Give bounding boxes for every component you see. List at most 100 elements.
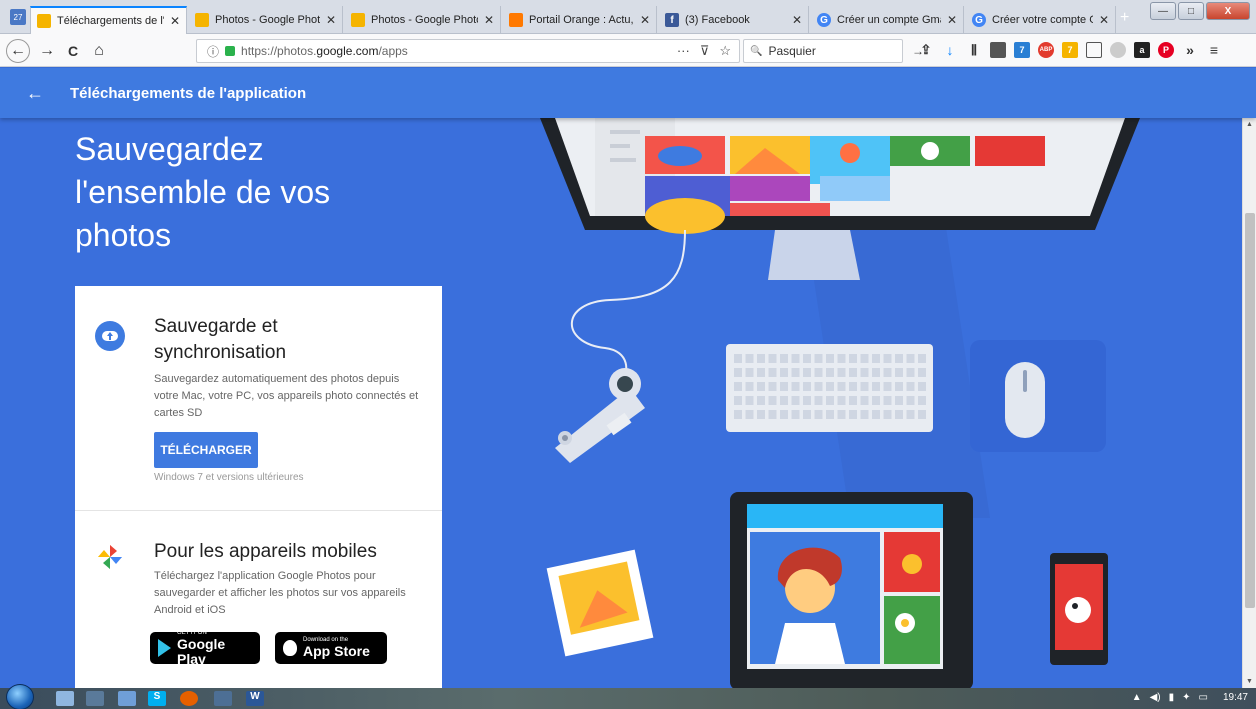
keyboard-key [780, 354, 788, 363]
keyboard-key [803, 382, 811, 391]
google-play-button[interactable]: GET IT ON Google Play [150, 630, 260, 666]
pocket-icon[interactable]: ⊽ [700, 43, 710, 59]
tab-label: Photos - Google Photos [371, 14, 478, 26]
home-button[interactable]: ⌂ [88, 40, 110, 62]
minimize-button[interactable]: — [1150, 2, 1176, 20]
browser-tab[interactable]: G Créer un compte Gmail ✕ [811, 6, 964, 34]
dropbox-icon[interactable]: ✦ [1182, 692, 1190, 703]
extension-circle-icon[interactable] [1110, 42, 1126, 58]
close-tab-icon[interactable]: ✕ [170, 14, 180, 28]
start-button[interactable] [6, 684, 34, 709]
close-tab-icon[interactable]: ✕ [792, 13, 802, 27]
overflow-menu-icon[interactable]: » [1182, 42, 1198, 58]
keyboard-key [734, 396, 742, 405]
app-header: ← Téléchargements de l'application [0, 68, 1256, 118]
close-tab-icon[interactable]: ✕ [484, 13, 494, 27]
backup-section: Sauvegarde et synchronisation Sauvegarde… [75, 286, 442, 511]
close-tab-icon[interactable]: ✕ [640, 13, 650, 27]
keyboard-key [757, 382, 765, 391]
new-tab-button[interactable]: + [1120, 9, 1129, 27]
app-store-button[interactable]: Download on the App Store [275, 632, 387, 664]
keyboard-key [826, 410, 834, 419]
pinterest-icon[interactable]: P [1158, 42, 1174, 58]
browser-tab[interactable]: Téléchargements de l'ap ✕ [30, 6, 187, 34]
page-scrollbar[interactable]: ▲ ▼ [1242, 118, 1256, 688]
backup-title: Sauvegarde et synchronisation [154, 316, 287, 363]
browser-tab[interactable]: G Créer votre compte Goo ✕ [966, 6, 1116, 34]
keyboard-key [814, 382, 823, 391]
volume-icon[interactable]: ◀) [1150, 692, 1161, 703]
forward-button[interactable]: → [36, 40, 58, 62]
app-taskbar-icon[interactable] [118, 691, 136, 706]
search-input[interactable]: 🔍 Pasquier → [743, 39, 924, 63]
word-taskbar-icon[interactable]: W [246, 691, 264, 706]
skype-taskbar-icon[interactable]: S [148, 691, 166, 706]
action-center-icon[interactable]: ▭ [1199, 692, 1208, 703]
page-actions-icon[interactable]: ··· [677, 43, 690, 59]
close-tab-icon[interactable]: ✕ [947, 13, 957, 27]
reload-button[interactable]: C [62, 40, 84, 62]
keyboard-key [906, 382, 915, 391]
keyboard-key [745, 382, 754, 391]
close-window-button[interactable]: X [1206, 2, 1250, 20]
keyboard-key [918, 382, 926, 391]
download-icon[interactable]: ↓ [942, 42, 958, 58]
amazon-icon[interactable]: a [1134, 42, 1150, 58]
keyboard-key [872, 354, 880, 363]
camera-device [555, 368, 645, 463]
keyboard-key [803, 396, 811, 405]
url-bar[interactable]: ⓘ https://photos. google.com/apps ··· ⊽ ☆ [196, 39, 740, 63]
media-taskbar-icon[interactable] [86, 691, 104, 706]
extension-square-icon[interactable] [990, 42, 1006, 58]
hamburger-menu-icon[interactable]: ≡ [1206, 42, 1222, 58]
tray-expand-icon[interactable]: ▲ [1132, 692, 1142, 703]
keyboard-key [745, 368, 754, 377]
keyboard-key [791, 354, 800, 363]
tab-label: (3) Facebook [685, 14, 750, 26]
keyboard-key [895, 354, 903, 363]
keyboard-key [883, 410, 892, 419]
extension-badge-icon[interactable]: 7 [1014, 42, 1030, 58]
explorer-taskbar-icon[interactable] [56, 691, 74, 706]
adblock-icon[interactable]: ABP [1038, 42, 1054, 58]
site-info-icon[interactable]: ⓘ [207, 43, 219, 60]
keyboard-key [768, 382, 777, 391]
close-tab-icon[interactable]: ✕ [326, 13, 336, 27]
browser-tab[interactable]: Photos - Google Photos ✕ [345, 6, 501, 34]
keyboard-key [791, 368, 800, 377]
browser-tab[interactable]: Portail Orange : Actu, Sp ✕ [503, 6, 657, 34]
keyboard-key [837, 382, 846, 391]
upload-icon[interactable]: ⇪ [918, 42, 934, 58]
taskbar-clock[interactable]: 19:47 [1223, 692, 1248, 703]
keyboard-key [780, 396, 788, 405]
sidebar-icon[interactable] [1086, 42, 1102, 58]
bookmark-star-icon[interactable]: ☆ [719, 43, 731, 59]
back-arrow-icon[interactable]: ← [26, 83, 46, 104]
keyboard-key [814, 368, 823, 377]
close-tab-icon[interactable]: ✕ [1099, 13, 1109, 27]
keyboard-key [895, 410, 903, 419]
facebook-icon: f [665, 13, 679, 27]
maximize-button[interactable]: □ [1178, 2, 1204, 20]
browser-tab[interactable]: Photos - Google Photos ✕ [189, 6, 343, 34]
scroll-down-icon[interactable]: ▼ [1246, 678, 1253, 685]
keyboard-key [791, 396, 800, 405]
back-button[interactable]: ← [6, 39, 30, 63]
library-icon[interactable]: ⫼ [966, 42, 982, 58]
app2-taskbar-icon[interactable] [214, 691, 232, 706]
calendar-icon[interactable]: 27 [10, 9, 26, 25]
scroll-up-icon[interactable]: ▲ [1246, 121, 1253, 128]
google-photos-icon [351, 13, 365, 27]
download-button[interactable]: TÉLÉCHARGER [154, 432, 258, 468]
url-host: google.com [316, 44, 379, 58]
browser-tab[interactable]: f (3) Facebook ✕ [659, 6, 809, 34]
keyboard-key [895, 382, 903, 391]
keyboard-key [780, 382, 788, 391]
monitor-stand [768, 230, 860, 280]
keyboard-key [826, 368, 834, 377]
network-icon[interactable]: ▮ [1169, 692, 1175, 703]
scrollbar-thumb[interactable] [1245, 213, 1255, 608]
firefox-taskbar-icon[interactable] [180, 691, 198, 706]
extension-yellow-icon[interactable]: 7 [1062, 42, 1078, 58]
keyboard-key [780, 368, 788, 377]
